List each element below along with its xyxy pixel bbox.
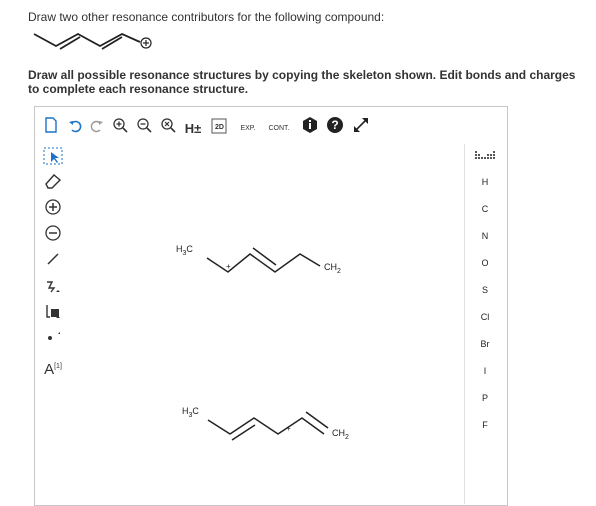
structure-bonds [206, 247, 329, 441]
question-prompt: Draw two other resonance contributors fo… [28, 10, 385, 24]
help-icon[interactable]: ? [324, 116, 346, 142]
top-toolbar: H± 2D EXP. CONT. ? [38, 116, 458, 142]
new-document-icon[interactable] [42, 116, 60, 142]
left-toolbar: A[1] [38, 144, 68, 504]
element-n[interactable]: N [465, 231, 505, 241]
structure-1-right-group: CH2 [324, 262, 341, 275]
lone-pair-tool-icon[interactable] [38, 328, 68, 354]
redo-icon[interactable] [88, 116, 106, 142]
zoom-in-icon[interactable] [110, 116, 130, 142]
svg-text:?: ? [331, 118, 338, 132]
element-f[interactable]: F [465, 420, 505, 430]
element-c[interactable]: C [465, 204, 505, 214]
info-icon[interactable] [300, 116, 320, 142]
element-s[interactable]: S [465, 285, 505, 295]
negative-charge-tool-icon[interactable] [38, 224, 68, 250]
element-i[interactable]: I [465, 366, 505, 376]
2d-label: 2D [215, 124, 224, 131]
question-instruction: Draw all possible resonance structures b… [28, 68, 576, 96]
hydrogen-toggle-button[interactable]: H± [182, 116, 204, 142]
drawing-canvas[interactable]: H3C + CH2 H3C + CH2 [70, 144, 462, 504]
periodic-table-icon[interactable] [465, 150, 505, 164]
element-o[interactable]: O [465, 258, 505, 268]
structure-2-left-group: H3C [182, 406, 199, 419]
2d-clean-button[interactable]: 2D [208, 116, 230, 142]
contract-button[interactable]: CONT. [264, 116, 294, 142]
atom-map-tool[interactable]: A[1] [38, 354, 68, 380]
element-p[interactable]: P [465, 393, 505, 403]
element-h[interactable]: H [465, 177, 505, 187]
structure-2-charge: + [286, 424, 291, 433]
eraser-icon[interactable] [38, 172, 68, 198]
fullscreen-icon[interactable] [350, 116, 372, 142]
zoom-reset-icon[interactable] [158, 116, 178, 142]
example-compound [33, 32, 152, 50]
undo-icon[interactable] [66, 116, 84, 142]
select-tool-icon[interactable] [38, 146, 68, 172]
zoom-out-icon[interactable] [134, 116, 154, 142]
element-br[interactable]: Br [465, 339, 505, 349]
template-tool-icon[interactable] [38, 302, 68, 328]
element-toolbar: H C N O S Cl Br I P F [464, 144, 505, 504]
structure-2-right-group: CH2 [332, 428, 349, 441]
atom-map-label: A [44, 361, 55, 378]
single-bond-tool-icon[interactable] [38, 250, 68, 276]
positive-charge-tool-icon[interactable] [38, 198, 68, 224]
atom-map-sup: [1] [54, 363, 62, 370]
expand-button[interactable]: EXP. [234, 116, 262, 142]
structure-1-charge: + [226, 262, 231, 271]
element-cl[interactable]: Cl [465, 312, 505, 322]
chain-tool-icon[interactable] [38, 276, 68, 302]
